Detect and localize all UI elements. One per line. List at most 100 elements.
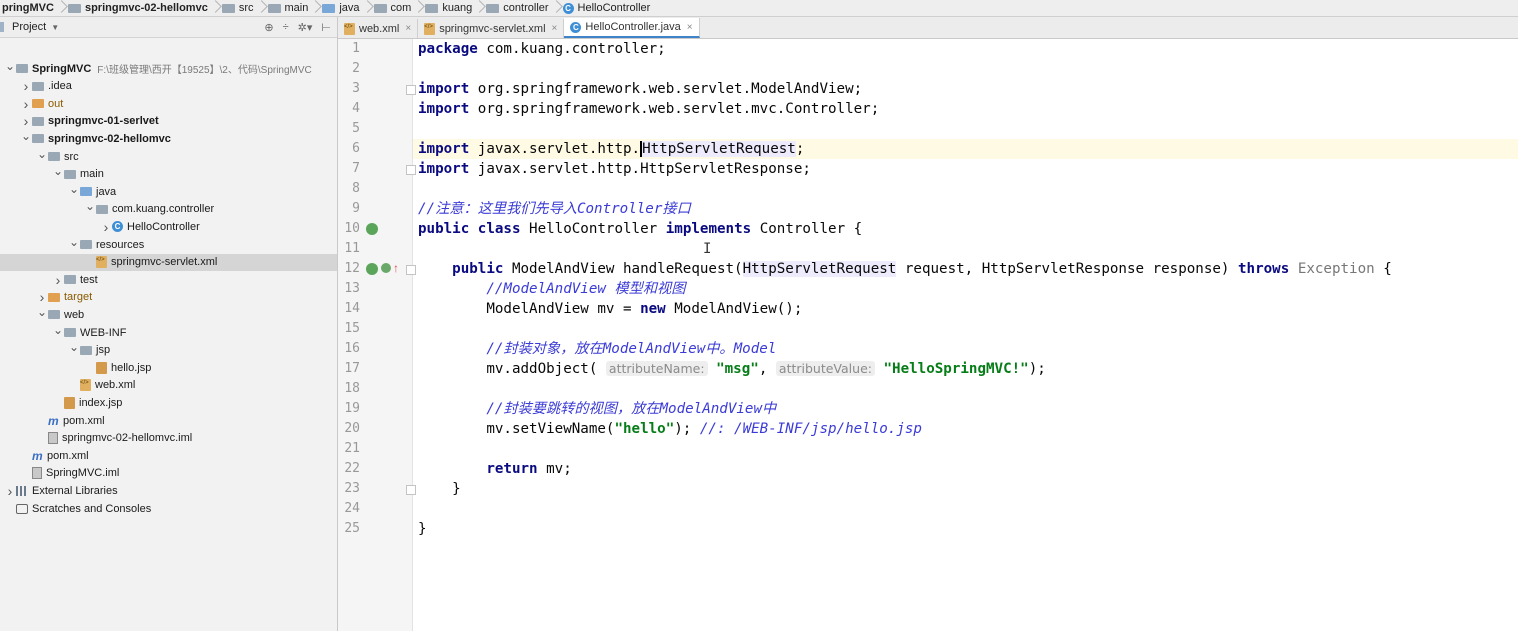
tree-item[interactable]: › External Libraries xyxy=(0,482,337,499)
code-line[interactable]: //ModelAndView 模型和视图 xyxy=(413,279,1518,299)
collapse-all-icon[interactable]: ÷ xyxy=(283,21,289,34)
tree-item[interactable]: springmvc-02-hellomvc.iml xyxy=(0,430,337,447)
close-icon[interactable]: × xyxy=(405,23,411,34)
tree-item[interactable]: web.xml xyxy=(0,377,337,394)
project-view-selector[interactable]: Project xyxy=(12,21,46,33)
code-line[interactable] xyxy=(413,499,1518,519)
code-line[interactable]: import org.springframework.web.servlet.M… xyxy=(413,79,1518,99)
code-line[interactable]: //封装对象，放在ModelAndView中。Model xyxy=(413,339,1518,359)
editor-tab[interactable]: C HelloController.java × xyxy=(564,18,700,38)
chevron-down-icon[interactable]: ⌄ xyxy=(36,147,48,161)
breadcrumb-item-java[interactable]: java xyxy=(320,0,363,16)
implements-method-icon[interactable] xyxy=(381,263,391,273)
tree-item[interactable]: ⌄ main xyxy=(0,164,337,183)
tree-item[interactable]: springmvc-servlet.xml xyxy=(0,253,337,271)
chevron-right-icon[interactable]: › xyxy=(20,96,32,112)
close-icon[interactable]: × xyxy=(552,23,558,34)
tree-item[interactable]: › target xyxy=(0,289,337,306)
tree-item[interactable]: › springmvc-01-serlvet xyxy=(0,113,337,130)
tree-item[interactable]: m pom.xml xyxy=(0,412,337,429)
tree-item[interactable]: ⌄ src xyxy=(0,147,337,165)
tree-item[interactable]: › C HelloController xyxy=(0,218,337,235)
tree-item[interactable]: Scratches and Consoles xyxy=(0,500,337,517)
code-line[interactable] xyxy=(413,319,1518,339)
code-line[interactable]: return mv; xyxy=(413,459,1518,479)
spring-bean-icon[interactable] xyxy=(366,223,378,235)
code-line[interactable]: package com.kuang.controller; xyxy=(413,39,1518,59)
breadcrumb-item-src[interactable]: src xyxy=(220,0,258,16)
code-line[interactable] xyxy=(413,239,1518,259)
tree-item[interactable]: ⌄ resources xyxy=(0,235,337,253)
code-line[interactable]: public ModelAndView handleRequest(HttpSe… xyxy=(413,259,1518,279)
code-line[interactable]: mv.addObject( attributeName: "msg", attr… xyxy=(413,359,1518,379)
chevron-down-icon[interactable]: ⌄ xyxy=(36,305,48,319)
breadcrumb-item-controller[interactable]: controller xyxy=(484,0,552,16)
tree-item[interactable]: m pom.xml xyxy=(0,447,337,464)
code-line[interactable] xyxy=(413,59,1518,79)
chevron-right-icon[interactable]: › xyxy=(20,113,32,129)
tree-item[interactable]: hello.jsp xyxy=(0,359,337,376)
editor-tab[interactable]: web.xml × xyxy=(338,19,419,38)
breadcrumb-item-project[interactable]: pringMVC xyxy=(0,0,58,16)
chevron-down-icon[interactable]: ⌄ xyxy=(52,323,64,337)
code-line[interactable]: public class HelloController implements … xyxy=(413,219,1518,239)
tree-item[interactable]: › .idea xyxy=(0,78,337,95)
code-line[interactable] xyxy=(413,379,1518,399)
breadcrumb-item-kuang[interactable]: kuang xyxy=(423,0,476,16)
tree-item-label: index.jsp xyxy=(79,396,123,409)
tree-item[interactable]: index.jsp xyxy=(0,394,337,411)
chevron-down-icon[interactable]: ⌄ xyxy=(68,182,80,196)
code-editor[interactable]: package com.kuang.controller; import org.… xyxy=(413,39,1518,631)
editor-gutter[interactable]: 1 2 3 4 5 6 7 8 9 10 11 12 13 14 15 16 17 18 19 20 21 22 23 24 2… xyxy=(338,39,416,631)
breadcrumb-item-class[interactable]: C HelloController xyxy=(561,0,655,16)
tree-item[interactable]: ⌄ java xyxy=(0,182,337,200)
tree-item[interactable]: ⌄ web xyxy=(0,305,337,323)
code-line[interactable] xyxy=(413,179,1518,199)
line-number: 10 xyxy=(344,221,360,236)
folder-icon xyxy=(267,3,281,13)
chevron-down-icon[interactable]: ⌄ xyxy=(84,199,96,213)
locate-file-icon[interactable]: ⊕ xyxy=(264,21,273,34)
hide-pane-icon[interactable]: ⊢ xyxy=(321,21,331,34)
tree-item[interactable]: ⌄ WEB-INF xyxy=(0,323,337,341)
close-icon[interactable]: × xyxy=(687,22,693,33)
tree-item[interactable]: › out xyxy=(0,95,337,112)
code-line[interactable] xyxy=(413,439,1518,459)
tree-item[interactable]: ⌄ com.kuang.controller xyxy=(0,199,337,218)
tree-item[interactable]: ⌄ jsp xyxy=(0,340,337,359)
chevron-down-icon[interactable]: ⌄ xyxy=(68,340,80,354)
code-line[interactable]: } xyxy=(413,519,1518,539)
tree-item[interactable]: ⌄ springmvc-02-hellomvc xyxy=(0,129,337,147)
code-line[interactable]: //注意：这里我们先导入Controller接口 xyxy=(413,199,1518,219)
chevron-down-icon[interactable]: ⌄ xyxy=(52,164,64,178)
code-line[interactable]: import javax.servlet.http. HttpServletReq… xyxy=(413,139,1518,159)
spring-bean-icon[interactable] xyxy=(366,263,378,275)
chevron-right-icon[interactable]: › xyxy=(52,272,64,288)
code-line[interactable] xyxy=(413,119,1518,139)
code-line[interactable]: ModelAndView mv = new ModelAndView(); xyxy=(413,299,1518,319)
tree-item[interactable]: ⌄ SpringMVC F:\班级管理\西开【19525】\2、代码\SpringM… xyxy=(0,59,337,77)
tree-item[interactable]: › test xyxy=(0,271,337,288)
code-line[interactable]: mv.setViewName("hello"); //: /WEB-INF/js… xyxy=(413,419,1518,439)
breadcrumb-item-com[interactable]: com xyxy=(372,0,416,16)
chevron-right-icon[interactable]: › xyxy=(20,78,32,94)
chevron-right-icon[interactable]: › xyxy=(4,483,16,499)
jsp-icon xyxy=(64,396,75,409)
gear-icon[interactable]: ✲▾ xyxy=(298,21,313,34)
chevron-down-icon[interactable]: ⌄ xyxy=(68,235,80,249)
breadcrumb-item-module[interactable]: springmvc-02-hellomvc xyxy=(66,0,212,16)
line-number: 3 xyxy=(352,81,360,96)
code-line[interactable]: //封装要跳转的视图，放在ModelAndView中 xyxy=(413,399,1518,419)
code-line[interactable]: import org.springframework.web.servlet.m… xyxy=(413,99,1518,119)
code-line[interactable]: import javax.servlet.http.HttpServletRes… xyxy=(413,159,1518,179)
editor-tab[interactable]: springmvc-servlet.xml × xyxy=(418,19,565,38)
chevron-right-icon[interactable]: › xyxy=(100,219,112,235)
arrow-up-icon[interactable]: ↑ xyxy=(393,261,399,275)
tree-item[interactable]: SpringMVC.iml xyxy=(0,465,337,482)
code-line[interactable]: } xyxy=(413,479,1518,499)
chevron-right-icon[interactable]: › xyxy=(36,289,48,305)
chevron-down-icon[interactable]: ⌄ xyxy=(20,129,32,143)
chevron-down-icon[interactable]: ▼ xyxy=(51,23,59,32)
chevron-down-icon[interactable]: ⌄ xyxy=(4,59,16,73)
breadcrumb-item-main[interactable]: main xyxy=(266,0,313,16)
